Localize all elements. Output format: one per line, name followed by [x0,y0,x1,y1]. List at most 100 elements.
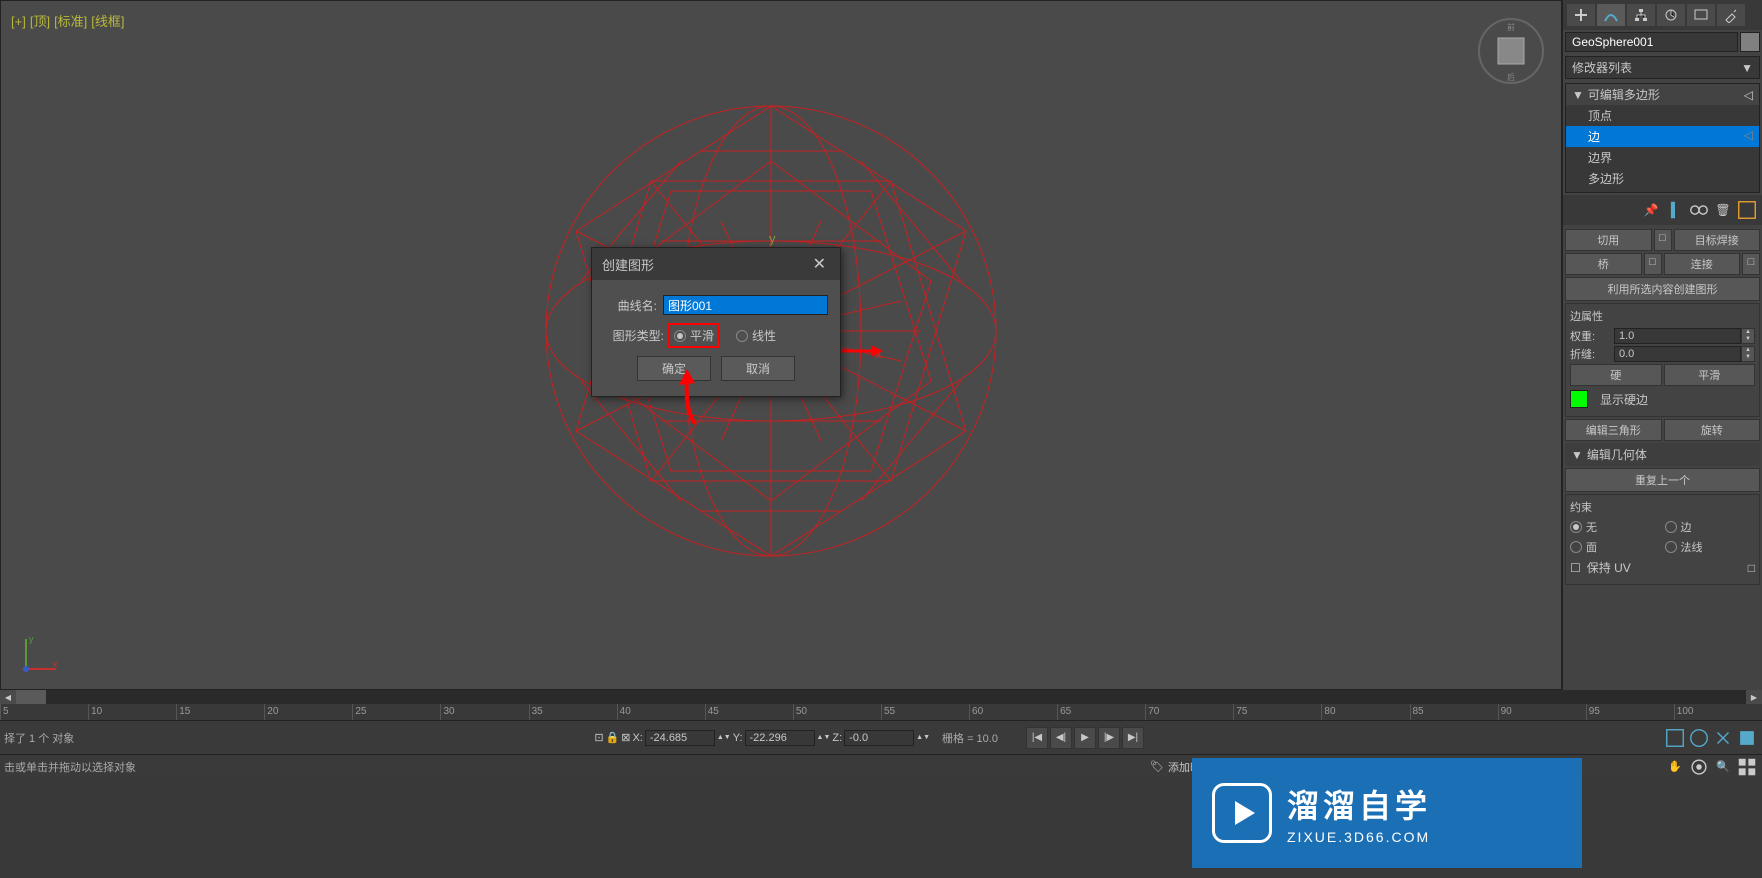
weight-spinner[interactable]: ▲▼ [1614,328,1755,344]
smooth-button[interactable]: 平滑 [1664,364,1756,386]
create-tab[interactable] [1567,4,1595,26]
next-frame-icon[interactable]: |▶ [1098,727,1120,749]
prev-frame-icon[interactable]: ◀| [1050,727,1072,749]
x-coord-input[interactable] [645,730,715,746]
make-unique-icon[interactable] [1688,199,1710,221]
stack-element[interactable]: 元素 [1566,189,1759,193]
status-bar: 择了 1 个 对象 ⊡ 🔒 ⊠ X:▲▼ Y:▲▼ Z:▲▼ 栅格 = 10.0… [0,720,1762,754]
motion-tab[interactable] [1657,4,1685,26]
mini-axis-gizmo: y x [21,634,61,674]
timeline-tick[interactable]: 100 [1674,704,1762,720]
rotate-button[interactable]: 旋转 [1664,419,1761,441]
goto-start-icon[interactable]: |◀ [1026,727,1048,749]
orbit-icon[interactable] [1688,756,1710,778]
cut-settings[interactable]: □ [1654,229,1672,251]
svg-text:x: x [53,659,58,669]
stack-edge[interactable]: 边◁ [1566,126,1759,147]
timeline-tick[interactable]: 10 [88,704,176,720]
timeline-scrollbar-thumb[interactable] [16,690,46,704]
stack-vertex[interactable]: 顶点 [1566,105,1759,126]
edit-tri-button[interactable]: 编辑三角形 [1565,419,1662,441]
configure-sets-icon[interactable] [1736,199,1758,221]
timeline-tick[interactable]: 30 [440,704,528,720]
object-color-swatch[interactable] [1740,32,1760,52]
stack-border[interactable]: 边界 [1566,147,1759,168]
constraint-normal[interactable]: 法线 [1665,539,1756,555]
bridge-settings[interactable]: □ [1644,253,1662,275]
hard-edge-color[interactable] [1570,390,1588,408]
target-weld-button[interactable]: 目标焊接 [1674,229,1761,251]
edit-geometry-rollout[interactable]: ▼编辑几何体 [1565,443,1760,466]
timeline-tick[interactable]: 55 [881,704,969,720]
bridge-button[interactable]: 桥 [1565,253,1642,275]
timeline-tick[interactable]: 50 [793,704,881,720]
hard-button[interactable]: 硬 [1570,364,1662,386]
show-end-result-icon[interactable] [1664,199,1686,221]
display-tab[interactable] [1687,4,1715,26]
constraint-face[interactable]: 面 [1570,539,1661,555]
radio-smooth[interactable]: 平滑 [674,327,714,344]
timeline-tick[interactable]: 20 [264,704,352,720]
timeline-tick[interactable]: 90 [1498,704,1586,720]
nav-icon-2[interactable] [1712,727,1734,749]
pan-icon[interactable]: ✋ [1664,756,1686,778]
constraint-edge[interactable]: 边 [1665,519,1756,535]
nav-icon-1[interactable] [1688,727,1710,749]
timeline-tick[interactable]: 80 [1321,704,1409,720]
z-coord-input[interactable] [844,730,914,746]
timeline[interactable]: ◀ ▶ 5101520253035404550556065707580859095… [0,690,1762,720]
isolate-icon[interactable] [1664,727,1686,749]
crease-spinner[interactable]: ▲▼ [1614,346,1755,362]
remove-modifier-icon[interactable]: 🗑 [1712,199,1734,221]
cancel-button[interactable]: 取消 [721,356,795,381]
create-shape-from-selection-button[interactable]: 利用所选内容创建图形 [1565,277,1760,301]
object-name-input[interactable] [1565,32,1738,52]
maximize-viewport-icon[interactable] [1736,756,1758,778]
timeline-tick[interactable]: 60 [969,704,1057,720]
stack-editable-poly[interactable]: ▼可编辑多边形◁ [1566,84,1759,105]
scroll-right-icon[interactable]: ▶ [1746,690,1762,704]
modify-tab[interactable] [1597,4,1625,26]
viewcube[interactable]: 前后 [1476,16,1546,86]
timeline-tick[interactable]: 40 [617,704,705,720]
repeat-last-button[interactable]: 重复上一个 [1565,468,1760,492]
viewport-label[interactable]: [+][顶][标准][线框] [11,11,129,30]
cut-button[interactable]: 切用 [1565,229,1652,251]
preserve-uv-settings[interactable]: □ [1748,561,1755,575]
coord-mode-icon[interactable]: ⊠ [621,731,630,744]
lock-selection-icon[interactable]: ⊡ [594,731,603,744]
timeline-tick[interactable]: 5 [0,704,88,720]
hierarchy-tab[interactable] [1627,4,1655,26]
viewport[interactable]: [+][顶][标准][线框] 前后 [0,0,1562,690]
dialog-titlebar[interactable]: 创建图形 ✕ [592,248,840,280]
timeline-tick[interactable]: 85 [1410,704,1498,720]
y-coord-input[interactable] [745,730,815,746]
nav-icon-3[interactable] [1736,727,1758,749]
pin-stack-icon[interactable]: 📌 [1640,199,1662,221]
lock-icon[interactable]: 🔒 [606,731,620,744]
checkbox-icon[interactable]: ☐ [1570,561,1581,575]
timeline-tick[interactable]: 70 [1145,704,1233,720]
close-icon[interactable]: ✕ [809,254,830,274]
timeline-tick[interactable]: 15 [176,704,264,720]
curve-name-input[interactable] [663,295,828,315]
modifier-stack[interactable]: ▼可编辑多边形◁ 顶点 边◁ 边界 多边形 元素 [1565,83,1760,193]
connect-settings[interactable]: □ [1742,253,1760,275]
timeline-tick[interactable]: 95 [1586,704,1674,720]
tag-icon[interactable]: 🏷 [1150,760,1164,773]
timeline-tick[interactable]: 75 [1233,704,1321,720]
timeline-tick[interactable]: 25 [352,704,440,720]
zoom-icon[interactable]: 🔍 [1712,756,1734,778]
timeline-tick[interactable]: 35 [529,704,617,720]
goto-end-icon[interactable]: ▶| [1122,727,1144,749]
constraint-none[interactable]: 无 [1570,519,1661,535]
play-icon[interactable]: ▶ [1074,727,1096,749]
timeline-tick[interactable]: 45 [705,704,793,720]
stack-polygon[interactable]: 多边形 [1566,168,1759,189]
timeline-tick[interactable]: 65 [1057,704,1145,720]
connect-button[interactable]: 连接 [1664,253,1741,275]
radio-linear[interactable]: 线性 [736,325,776,346]
utilities-tab[interactable] [1717,4,1745,26]
modifier-list-dropdown[interactable]: 修改器列表▼ [1565,56,1760,79]
scroll-left-icon[interactable]: ◀ [0,690,16,704]
